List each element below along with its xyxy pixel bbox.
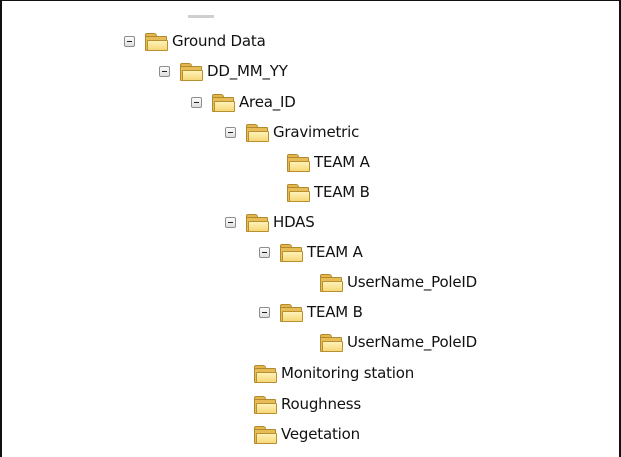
node-label: Gravimetric xyxy=(273,123,360,141)
folder-icon xyxy=(145,32,168,51)
folder-icon xyxy=(254,395,277,414)
folder-icon xyxy=(320,333,343,352)
node-label: TEAM A xyxy=(307,243,363,261)
tree-node-area[interactable]: Area_ID xyxy=(191,90,296,114)
folder-icon xyxy=(212,93,235,112)
node-label: UserName_PoleID xyxy=(347,333,478,351)
folder-icon xyxy=(246,123,269,142)
node-label: Monitoring station xyxy=(281,364,415,382)
collapse-minus-icon[interactable] xyxy=(259,246,270,258)
collapse-minus-icon[interactable] xyxy=(191,96,202,108)
node-label: UserName_PoleID xyxy=(347,273,478,291)
node-label: TEAM B xyxy=(307,303,363,321)
node-label: Ground Data xyxy=(172,32,266,50)
tree-node-hdas-team-a-user[interactable]: UserName_PoleID xyxy=(320,270,477,294)
folder-tree: Ground Data DD_MM_YY Area_ID Gravimetric… xyxy=(2,1,619,457)
collapse-minus-icon[interactable] xyxy=(124,35,135,47)
node-label: Area_ID xyxy=(239,93,296,111)
folder-icon xyxy=(280,303,303,322)
tree-node-hdas-team-b[interactable]: TEAM B xyxy=(259,300,363,324)
node-label: HDAS xyxy=(273,213,315,231)
tree-node-grav-team-a[interactable]: TEAM A xyxy=(287,150,370,174)
tree-node-date[interactable]: DD_MM_YY xyxy=(159,59,288,83)
tree-panel: Ground Data DD_MM_YY Area_ID Gravimetric… xyxy=(0,0,621,457)
node-label: TEAM A xyxy=(314,153,370,171)
tree-node-grav-team-b[interactable]: TEAM B xyxy=(287,180,370,204)
node-label: TEAM B xyxy=(314,183,370,201)
folder-icon xyxy=(287,153,310,172)
collapse-minus-icon[interactable] xyxy=(159,65,170,77)
folder-icon xyxy=(287,183,310,202)
collapse-minus-icon[interactable] xyxy=(259,306,270,318)
tree-node-roughness[interactable]: Roughness xyxy=(254,392,361,416)
tree-node-hdas[interactable]: HDAS xyxy=(225,210,315,234)
folder-icon xyxy=(320,273,343,292)
node-label: Roughness xyxy=(281,395,362,413)
folder-icon xyxy=(254,364,277,383)
folder-icon xyxy=(180,62,203,81)
folder-icon xyxy=(254,425,277,444)
node-label: DD_MM_YY xyxy=(207,62,288,80)
tree-node-hdas-team-a[interactable]: TEAM A xyxy=(259,240,363,264)
collapse-minus-icon[interactable] xyxy=(225,126,236,138)
node-label: Vegetation xyxy=(281,425,360,443)
folder-icon xyxy=(280,243,303,262)
tree-node-gravimetric[interactable]: Gravimetric xyxy=(225,120,359,144)
tree-node-vegetation[interactable]: Vegetation xyxy=(254,422,360,446)
tree-node-monitoring-station[interactable]: Monitoring station xyxy=(254,361,414,385)
tree-node-ground-data[interactable]: Ground Data xyxy=(124,29,266,53)
folder-icon xyxy=(246,213,269,232)
tree-node-hdas-team-b-user[interactable]: UserName_PoleID xyxy=(320,330,477,354)
collapse-minus-icon[interactable] xyxy=(225,216,236,228)
